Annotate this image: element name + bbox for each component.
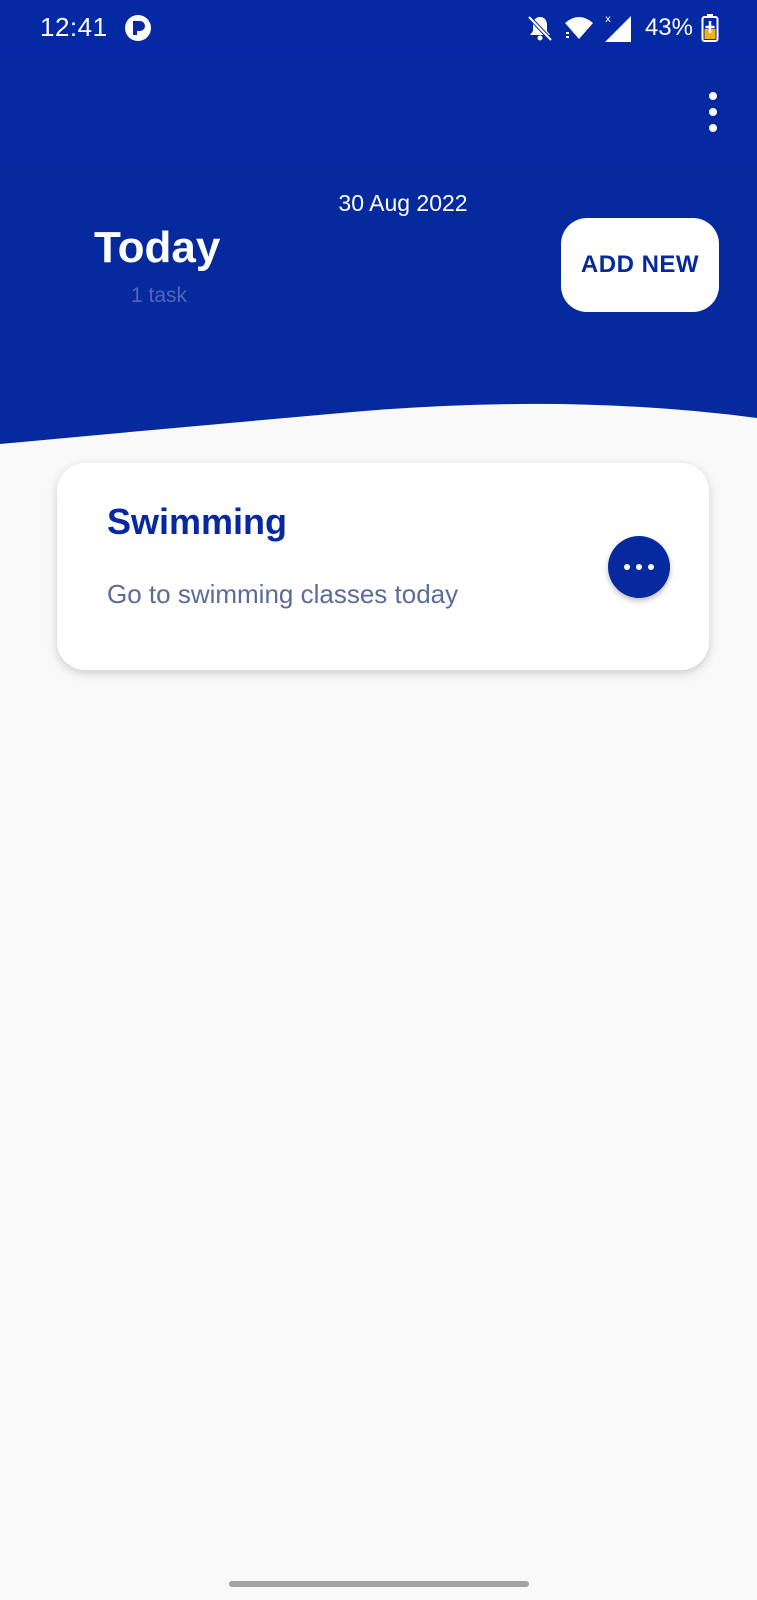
task-count: 1 task: [130, 284, 188, 307]
page-title: Today: [94, 223, 221, 272]
status-bar: 12:41 x 43%: [0, 0, 757, 58]
task-card[interactable]: Swimming Go to swimming classes today: [57, 463, 709, 670]
more-horiz-icon[interactable]: [608, 536, 670, 598]
status-time: 12:41: [40, 12, 108, 42]
add-new-button[interactable]: ADD NEW: [561, 218, 719, 312]
task-description: Go to swimming classes today: [107, 579, 459, 609]
more-vert-icon[interactable]: [701, 92, 725, 132]
status-icons: x 43%: [525, 12, 719, 44]
cellular-signal-icon: x: [604, 14, 631, 42]
header: 12:41 x 43% 30 Aug 2022 Today 1 task ADD…: [0, 0, 757, 460]
svg-text:x: x: [605, 14, 611, 25]
date-label: 30 Aug 2022: [338, 190, 468, 216]
app-notification-icon: [125, 15, 151, 41]
battery-charging-icon: [701, 14, 719, 42]
battery-percent: 43%: [644, 14, 693, 41]
task-title: Swimming: [107, 501, 288, 542]
title-block: Today 1 task: [94, 222, 224, 308]
bell-off-icon: [527, 15, 553, 42]
wifi-icon: [564, 17, 593, 39]
home-indicator[interactable]: [229, 1581, 529, 1587]
